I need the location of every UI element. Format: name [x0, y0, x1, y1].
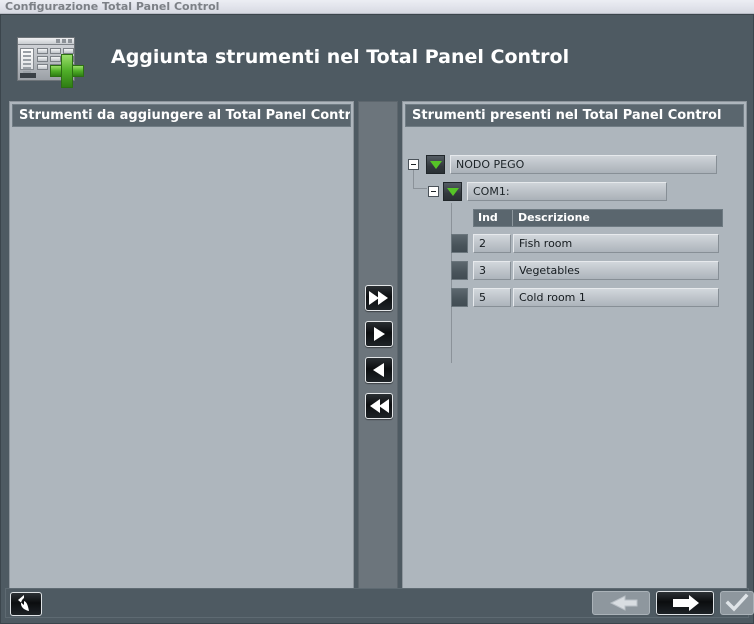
cell-ind[interactable]: 2: [473, 234, 511, 253]
double-left-arrow-icon: [370, 399, 389, 413]
cell-descrizione[interactable]: Vegetables: [513, 261, 719, 280]
double-right-arrow-icon: [369, 291, 388, 305]
instrument-grid-header: Ind Descrizione: [473, 209, 723, 227]
row-handle[interactable]: [451, 261, 468, 280]
right-arrow-icon: [374, 327, 385, 341]
move-all-left-button[interactable]: [365, 393, 393, 419]
header-band: Aggiunta strumenti nel Total Panel Contr…: [1, 15, 753, 97]
left-arrow-icon: [609, 595, 638, 611]
port-expander-toggle[interactable]: [428, 186, 439, 197]
port-name-field[interactable]: COM1:: [467, 182, 667, 201]
port-dropdown-button[interactable]: [443, 182, 462, 201]
window-frame: Aggiunta strumenti nel Total Panel Contr…: [0, 14, 754, 624]
window-title: Configurazione Total Panel Control: [5, 0, 220, 13]
available-instruments-panel: Strumenti da aggiungere al Total Panel C…: [9, 101, 354, 591]
panel-add-icon: [17, 37, 91, 88]
node-expander-toggle[interactable]: [408, 159, 419, 170]
available-instruments-list[interactable]: [12, 129, 351, 588]
left-arrow-icon: [373, 363, 384, 377]
application-window: Configurazione Total Panel Control Aggiu…: [0, 0, 754, 624]
panel-glyph-sidebar: [20, 48, 34, 73]
window-titlebar: Configurazione Total Panel Control: [0, 0, 754, 14]
move-all-right-button[interactable]: [365, 285, 393, 311]
installed-instruments-panel: Strumenti presenti nel Total Panel Contr…: [402, 101, 747, 591]
node-name-field[interactable]: NODO PEGO: [450, 155, 717, 174]
wizard-confirm-button[interactable]: [720, 591, 754, 615]
right-arrow-icon: [673, 595, 699, 611]
checkmark-icon: [725, 593, 749, 612]
row-handle[interactable]: [451, 234, 468, 253]
wizard-next-button[interactable]: [656, 591, 714, 615]
move-right-button[interactable]: [365, 321, 393, 347]
curved-back-arrow-icon: [18, 595, 29, 611]
column-header-ind: Ind: [478, 211, 498, 224]
table-row[interactable]: 5 Cold room 1: [451, 288, 731, 307]
bottom-toolbar: [5, 588, 754, 618]
wizard-prev-button[interactable]: [592, 591, 650, 615]
undo-back-button[interactable]: [10, 592, 42, 616]
available-instruments-title: Strumenti da aggiungere al Total Panel C…: [12, 104, 351, 127]
row-handle[interactable]: [451, 288, 468, 307]
tree-connector: [451, 203, 452, 363]
cell-descrizione[interactable]: Cold room 1: [513, 288, 719, 307]
panel-glyph-titlebar: [18, 38, 74, 45]
tree-port-row: COM1:: [405, 182, 744, 202]
page-title: Aggiunta strumenti nel Total Panel Contr…: [111, 46, 570, 68]
table-row[interactable]: 2 Fish room: [451, 234, 731, 253]
cell-ind[interactable]: 5: [473, 288, 511, 307]
cell-ind[interactable]: 3: [473, 261, 511, 280]
transfer-button-strip: [358, 101, 398, 591]
green-plus-icon: [50, 54, 84, 88]
table-row[interactable]: 3 Vegetables: [451, 261, 731, 280]
column-header-descrizione: Descrizione: [518, 211, 590, 224]
instrument-tree: NODO PEGO COM1: Ind Descrizione 2 Fish r…: [405, 129, 744, 588]
installed-instruments-tree[interactable]: NODO PEGO COM1: Ind Descrizione 2 Fish r…: [405, 129, 744, 588]
node-dropdown-button[interactable]: [426, 155, 445, 174]
tree-node-row: NODO PEGO: [405, 155, 744, 175]
move-left-button[interactable]: [365, 357, 393, 383]
cell-descrizione[interactable]: Fish room: [513, 234, 719, 253]
installed-instruments-title: Strumenti presenti nel Total Panel Contr…: [405, 104, 744, 127]
